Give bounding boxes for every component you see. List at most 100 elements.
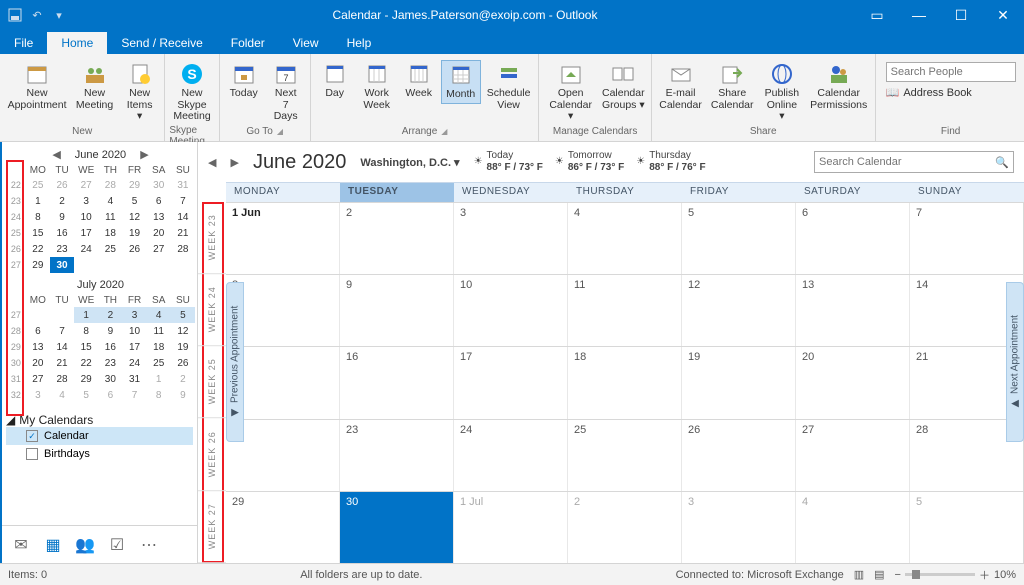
minical-day[interactable]: 16 xyxy=(50,225,74,241)
share-calendar-button[interactable]: ShareCalendar xyxy=(707,60,757,113)
next-appointment-button[interactable]: ▶Next Appointment xyxy=(1006,282,1024,442)
minical-day[interactable]: 20 xyxy=(147,225,171,241)
minical-day[interactable]: 2 xyxy=(171,371,195,387)
minical-day[interactable]: 27 xyxy=(26,371,50,387)
minical-day[interactable]: 1 xyxy=(26,193,50,209)
minical-day[interactable]: 2 xyxy=(98,307,122,323)
calendar-item-birthdays[interactable]: Birthdays xyxy=(6,445,193,463)
minical-day[interactable]: 27 xyxy=(147,241,171,257)
calendar-cell[interactable]: 5 xyxy=(682,203,796,274)
minical-day[interactable]: 4 xyxy=(98,193,122,209)
day-view-button[interactable]: Day xyxy=(315,60,355,102)
minical-day[interactable]: 17 xyxy=(122,339,146,355)
minical-day[interactable]: 5 xyxy=(122,193,146,209)
minical-day[interactable]: 4 xyxy=(147,307,171,323)
minical-day[interactable] xyxy=(26,307,50,323)
calendar-cell[interactable]: 17 xyxy=(454,347,568,418)
minical-day[interactable]: 31 xyxy=(171,177,195,193)
tasks-nav-icon[interactable]: ☑ xyxy=(106,535,128,555)
minical-day[interactable]: 22 xyxy=(26,241,50,257)
schedule-view-button[interactable]: ScheduleView xyxy=(483,60,535,113)
minical-day[interactable]: 26 xyxy=(50,177,74,193)
minical-day[interactable]: 13 xyxy=(26,339,50,355)
new-meeting-button[interactable]: NewMeeting xyxy=(72,60,117,113)
calendar-cell[interactable]: 25 xyxy=(568,420,682,491)
calendar-cell[interactable]: 20 xyxy=(796,347,910,418)
calendar-cell[interactable]: 30 xyxy=(340,492,454,563)
minical-day[interactable]: 23 xyxy=(98,355,122,371)
search-people-input[interactable] xyxy=(886,62,1016,82)
zoom-in-button[interactable]: ＋ xyxy=(979,567,990,583)
minical-day[interactable]: 7 xyxy=(122,387,146,403)
minical-day[interactable]: 1 xyxy=(147,371,171,387)
calendar-cell[interactable]: 3 xyxy=(454,203,568,274)
calendar-cell[interactable]: 29 xyxy=(226,492,340,563)
minical-day[interactable]: 29 xyxy=(74,371,98,387)
minical-day[interactable] xyxy=(122,257,146,273)
minical-day[interactable]: 12 xyxy=(171,323,195,339)
minical-day[interactable]: 25 xyxy=(147,355,171,371)
calendar-cell[interactable]: 27 xyxy=(796,420,910,491)
day-header[interactable]: WEDNESDAY xyxy=(454,183,568,202)
calendar-search-input[interactable] xyxy=(819,156,995,168)
view-reading-icon[interactable]: ▤ xyxy=(874,568,884,581)
minical-day[interactable]: 6 xyxy=(98,387,122,403)
minical-day[interactable]: 1 xyxy=(74,307,98,323)
minimize-button[interactable]: — xyxy=(904,7,934,24)
week-view-button[interactable]: Week xyxy=(399,60,439,102)
minical-day[interactable]: 28 xyxy=(98,177,122,193)
minical-day[interactable]: 8 xyxy=(74,323,98,339)
qat-customize-icon[interactable]: ▾ xyxy=(50,6,68,24)
calendar-cell[interactable]: 2 xyxy=(568,492,682,563)
minical-day[interactable]: 30 xyxy=(98,371,122,387)
minical-day[interactable]: 18 xyxy=(147,339,171,355)
calendar-cell[interactable]: 26 xyxy=(682,420,796,491)
cal-prev-button[interactable]: ◀ xyxy=(208,156,216,169)
forecast-day[interactable]: ☀Thursday88° F / 76° F xyxy=(636,150,705,174)
cal-next-button[interactable]: ▶ xyxy=(230,156,238,169)
minical-day[interactable]: 13 xyxy=(147,209,171,225)
calendar-cell[interactable]: 9 xyxy=(340,275,454,346)
minical-day[interactable]: 31 xyxy=(122,371,146,387)
minical-july[interactable]: MOTUWETHFRSASU27123452867891011122913141… xyxy=(6,293,195,403)
minical-day[interactable]: 19 xyxy=(171,339,195,355)
publish-online-button[interactable]: PublishOnline ▾ xyxy=(759,60,805,125)
minical-day[interactable]: 18 xyxy=(98,225,122,241)
previous-appointment-button[interactable]: ◀Previous Appointment xyxy=(226,282,244,442)
minical-day[interactable]: 10 xyxy=(122,323,146,339)
checkbox-checked-icon[interactable]: ✓ xyxy=(26,430,38,442)
calendar-cell[interactable]: 3 xyxy=(682,492,796,563)
more-nav-icon[interactable]: ⋯ xyxy=(138,535,160,555)
minical-day[interactable]: 6 xyxy=(147,193,171,209)
mail-nav-icon[interactable]: ✉ xyxy=(10,535,32,555)
tab-folder[interactable]: Folder xyxy=(217,32,279,54)
calendar-cell[interactable]: 1 Jun xyxy=(226,203,340,274)
minical-day[interactable]: 25 xyxy=(98,241,122,257)
minical-day[interactable]: 28 xyxy=(171,241,195,257)
minical-day[interactable] xyxy=(74,257,98,273)
minical-day[interactable]: 28 xyxy=(50,371,74,387)
work-week-button[interactable]: WorkWeek xyxy=(357,60,397,113)
week-label[interactable]: WEEK 25 xyxy=(198,346,226,418)
calendar-cell[interactable]: 5 xyxy=(910,492,1024,563)
people-nav-icon[interactable]: 👥 xyxy=(74,535,96,555)
minical-day[interactable]: 6 xyxy=(26,323,50,339)
calendar-cell[interactable]: 13 xyxy=(796,275,910,346)
open-calendar-button[interactable]: OpenCalendar ▾ xyxy=(543,60,597,125)
minical-day[interactable]: 4 xyxy=(50,387,74,403)
calendar-cell[interactable]: 4 xyxy=(796,492,910,563)
week-label[interactable]: WEEK 27 xyxy=(198,491,226,563)
minical-day[interactable]: 15 xyxy=(26,225,50,241)
tab-view[interactable]: View xyxy=(279,32,333,54)
calendar-cell[interactable]: 23 xyxy=(340,420,454,491)
new-appointment-button[interactable]: NewAppointment xyxy=(4,60,70,113)
minical-day[interactable]: 11 xyxy=(98,209,122,225)
calendar-cell[interactable]: 11 xyxy=(568,275,682,346)
minical-day[interactable]: 17 xyxy=(74,225,98,241)
minical-day[interactable]: 10 xyxy=(74,209,98,225)
next-7-days-button[interactable]: 7Next7 Days xyxy=(266,60,306,125)
close-button[interactable]: ✕ xyxy=(988,7,1018,24)
minical-day[interactable]: 7 xyxy=(171,193,195,209)
minical-day[interactable]: 3 xyxy=(26,387,50,403)
qat-save-icon[interactable] xyxy=(6,6,24,24)
